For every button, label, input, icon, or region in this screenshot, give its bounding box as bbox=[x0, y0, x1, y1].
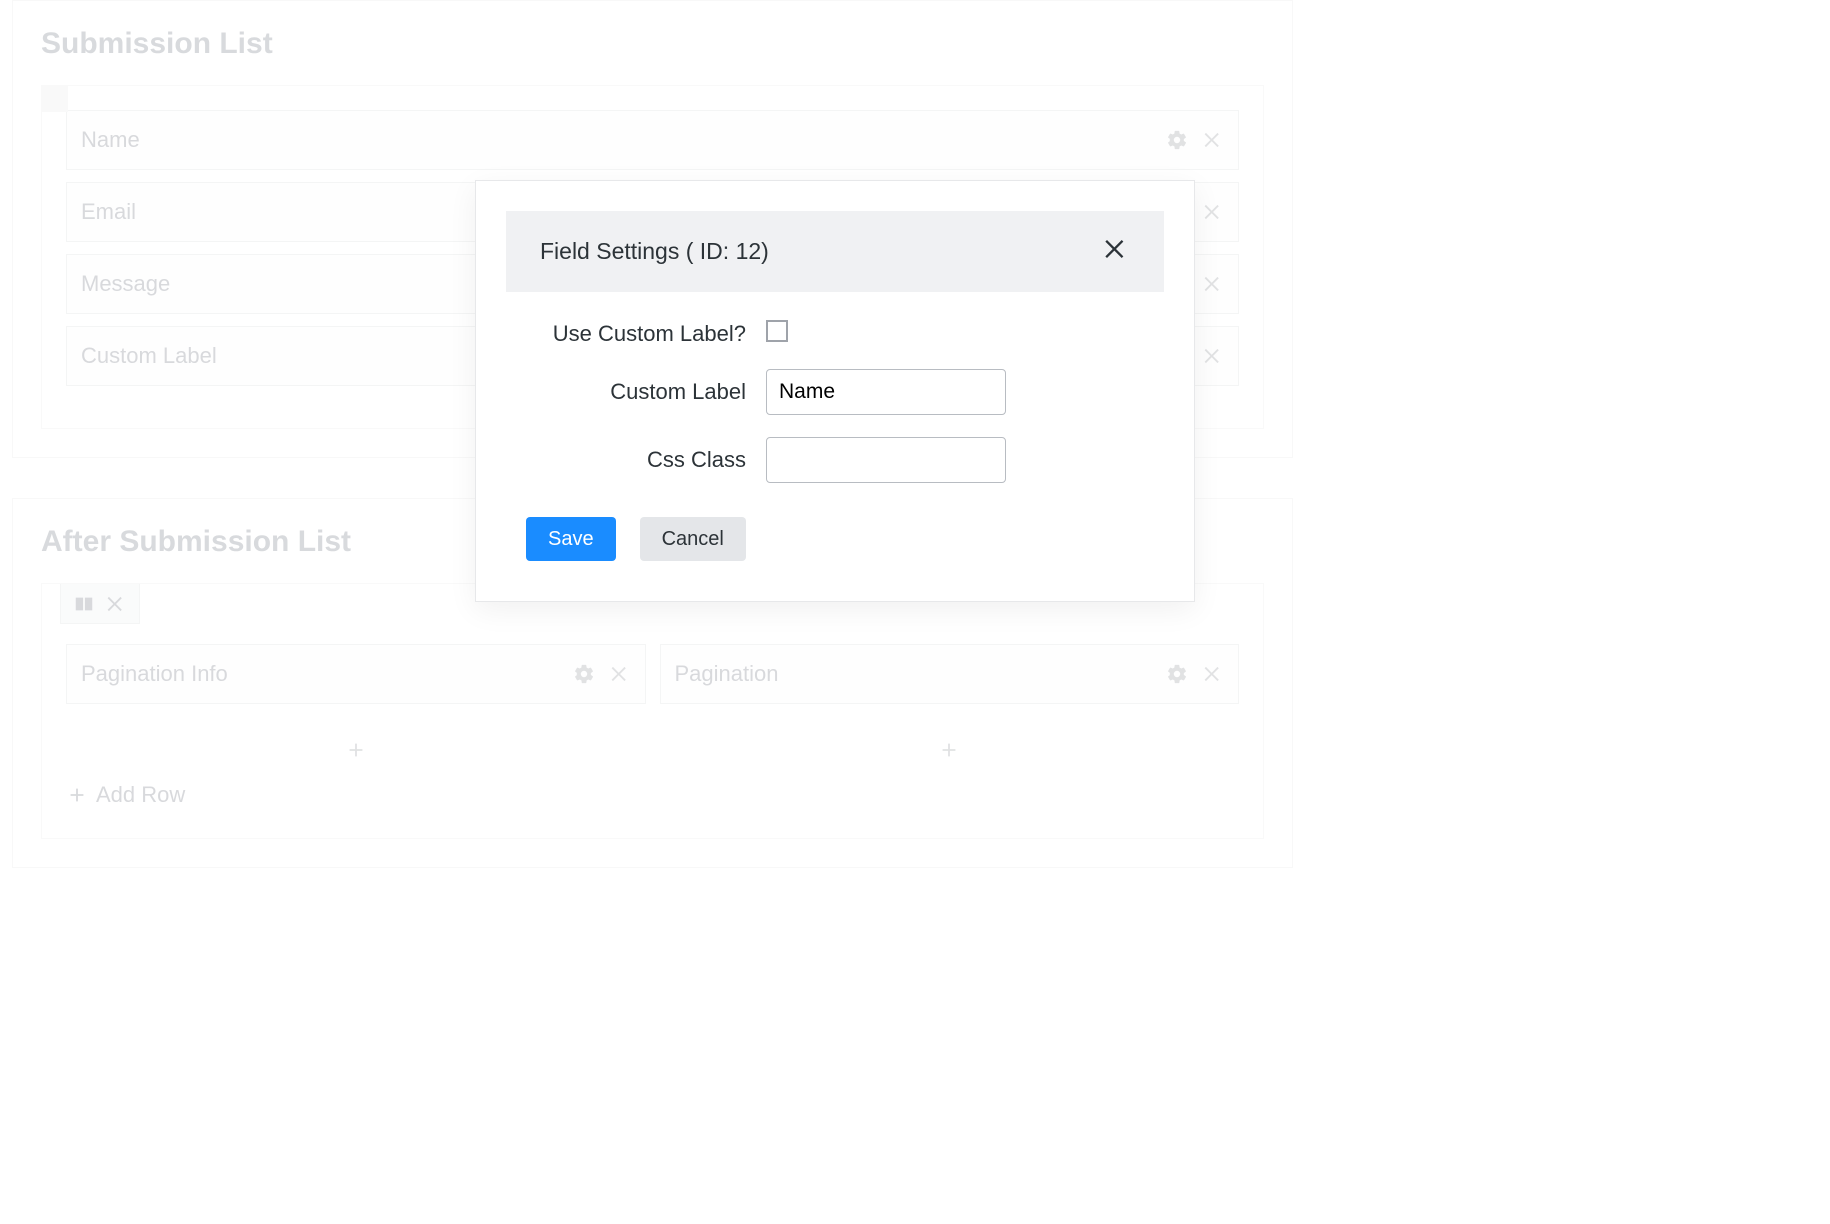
custom-label-label: Custom Label bbox=[526, 379, 766, 405]
field-label: Email bbox=[81, 199, 136, 225]
cancel-button[interactable]: Cancel bbox=[640, 517, 746, 561]
panel-title: Submission List bbox=[41, 13, 1264, 85]
gear-icon[interactable] bbox=[1166, 663, 1188, 685]
field-row[interactable]: Pagination Info bbox=[66, 644, 646, 704]
modal-close-button[interactable] bbox=[1102, 235, 1130, 268]
plus-icon bbox=[345, 739, 367, 761]
custom-label-input[interactable] bbox=[766, 369, 1006, 415]
close-icon[interactable] bbox=[1202, 345, 1224, 367]
close-icon[interactable] bbox=[1202, 273, 1224, 295]
field-label: Pagination bbox=[675, 661, 779, 687]
field-row[interactable]: Pagination bbox=[660, 644, 1240, 704]
gear-icon[interactable] bbox=[1166, 129, 1188, 151]
add-field-button[interactable] bbox=[660, 728, 1240, 772]
columns-icon[interactable] bbox=[73, 593, 95, 615]
field-settings-modal: Field Settings ( ID: 12) Use Custom Labe… bbox=[475, 180, 1195, 602]
modal-title: Field Settings ( ID: 12) bbox=[540, 238, 769, 265]
add-row-label: Add Row bbox=[96, 782, 185, 808]
gear-icon[interactable] bbox=[573, 663, 595, 685]
use-custom-label-checkbox[interactable] bbox=[766, 320, 788, 342]
use-custom-label-label: Use Custom Label? bbox=[526, 321, 766, 347]
field-label: Name bbox=[81, 127, 140, 153]
close-icon[interactable] bbox=[1202, 663, 1224, 685]
close-icon[interactable] bbox=[609, 663, 631, 685]
add-row-button[interactable]: Add Row bbox=[66, 772, 1239, 808]
close-icon[interactable] bbox=[1202, 129, 1224, 151]
close-icon[interactable] bbox=[105, 593, 127, 615]
field-label: Message bbox=[81, 271, 170, 297]
field-label: Pagination Info bbox=[81, 661, 228, 687]
plus-icon bbox=[938, 739, 960, 761]
field-row[interactable]: Name bbox=[66, 110, 1239, 170]
row-toolbar bbox=[60, 584, 140, 624]
field-label: Custom Label bbox=[81, 343, 217, 369]
panel-body: Pagination Info Pagination bbox=[41, 583, 1264, 839]
css-class-input[interactable] bbox=[766, 437, 1006, 483]
modal-header: Field Settings ( ID: 12) bbox=[506, 211, 1164, 292]
css-class-label: Css Class bbox=[526, 447, 766, 473]
save-button[interactable]: Save bbox=[526, 517, 616, 561]
plus-icon bbox=[66, 784, 88, 806]
add-field-button[interactable] bbox=[66, 728, 646, 772]
row-handle[interactable] bbox=[42, 86, 68, 112]
close-icon[interactable] bbox=[1202, 201, 1224, 223]
